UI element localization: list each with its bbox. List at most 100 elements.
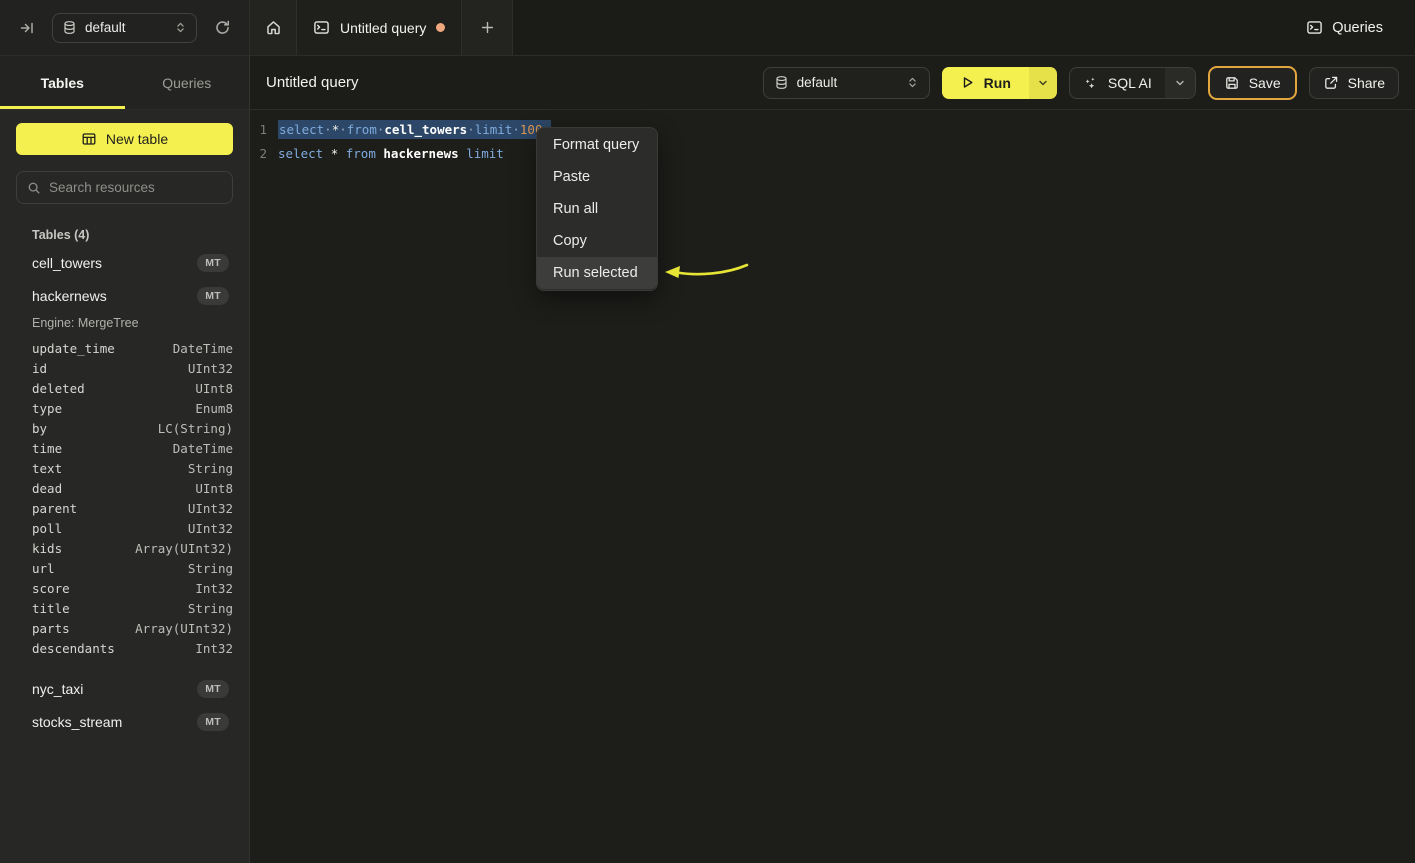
home-icon xyxy=(265,19,282,36)
run-options-button[interactable] xyxy=(1029,67,1057,99)
collapse-sidebar-icon xyxy=(19,20,35,36)
code-token: limit xyxy=(475,122,513,137)
search-input[interactable] xyxy=(49,180,226,195)
sidebar-tab-queries[interactable]: Queries xyxy=(125,56,250,109)
code-text: select * from hackernews limit xyxy=(278,146,511,161)
table-name: cell_towers xyxy=(32,255,197,271)
engine-badge: MT xyxy=(197,287,229,305)
sql-ai-options-button[interactable] xyxy=(1165,68,1195,98)
column-type: Int32 xyxy=(195,641,233,656)
refresh-icon xyxy=(214,19,231,36)
refresh-button[interactable] xyxy=(209,15,235,41)
code-token xyxy=(338,146,346,161)
engine-badge: MT xyxy=(197,254,229,272)
query-database-selector[interactable]: default xyxy=(763,67,930,99)
column-type: UInt8 xyxy=(195,481,233,496)
table-row[interactable]: cell_towersMT xyxy=(16,246,233,279)
chevron-down-icon xyxy=(1037,77,1049,89)
query-terminal-icon xyxy=(313,19,330,36)
database-selector[interactable]: default xyxy=(52,13,197,43)
column-row: descendants Int32 xyxy=(16,638,233,658)
column-row: textString xyxy=(16,458,233,478)
query-title: Untitled query xyxy=(266,74,359,91)
sql-ai-button-label: SQL AI xyxy=(1108,75,1152,91)
engine-badge: MT xyxy=(197,680,229,698)
column-row: pollUInt32 xyxy=(16,518,233,538)
database-icon xyxy=(62,20,77,35)
table-icon xyxy=(81,131,97,147)
top-bar-left: default xyxy=(0,0,250,55)
column-name: dead xyxy=(32,481,62,496)
queries-terminal-icon xyxy=(1306,19,1323,36)
code-token: from xyxy=(347,122,377,137)
engine-badge: MT xyxy=(197,713,229,731)
run-split-button: Run xyxy=(942,67,1057,99)
column-type: Int32 xyxy=(195,581,233,596)
column-type: LC(String) xyxy=(158,421,233,436)
column-type: Enum8 xyxy=(195,401,233,416)
sidebar: New table Tables (4) cell_towersMThacker… xyxy=(0,110,250,863)
sql-editor[interactable]: 1select·*·from·cell_towers·limit·100·2se… xyxy=(250,110,1415,863)
sql-ai-button[interactable]: SQL AI xyxy=(1070,68,1165,98)
column-row: titleString xyxy=(16,598,233,618)
column-name: poll xyxy=(32,521,62,536)
line-number: 2 xyxy=(250,146,278,161)
run-button-label: Run xyxy=(984,75,1011,91)
column-name: url xyxy=(32,561,55,576)
tab-label: Untitled query xyxy=(340,20,426,36)
column-name: update_time xyxy=(32,341,115,356)
home-button[interactable] xyxy=(250,0,297,55)
column-row: idUInt32 xyxy=(16,358,233,378)
column-row: kidsArray(UInt32) xyxy=(16,538,233,558)
context-menu-item-paste[interactable]: Paste xyxy=(537,161,657,193)
sql-ai-split-button: SQL AI xyxy=(1069,67,1196,99)
context-menu-item-run-all[interactable]: Run all xyxy=(537,193,657,225)
column-name: descendants xyxy=(32,641,115,656)
sidebar-tab-tables[interactable]: Tables xyxy=(0,56,125,109)
new-tab-button[interactable] xyxy=(462,0,512,55)
queries-button-label: Queries xyxy=(1332,20,1383,36)
table-row[interactable]: hackernewsMT xyxy=(16,279,233,312)
context-menu-item-copy[interactable]: Copy xyxy=(537,225,657,257)
code-token: · xyxy=(467,122,475,137)
column-type: DateTime xyxy=(173,441,233,456)
tab-untitled-query[interactable]: Untitled query xyxy=(297,0,462,55)
code-token: hackernews xyxy=(383,146,458,161)
table-name: stocks_stream xyxy=(32,714,197,730)
column-row: update_timeDateTime xyxy=(16,338,233,358)
share-button[interactable]: Share xyxy=(1309,67,1399,99)
column-name: kids xyxy=(32,541,62,556)
column-name: deleted xyxy=(32,381,85,396)
code-token: select xyxy=(278,146,323,161)
context-menu-item-run-selected[interactable]: Run selected xyxy=(537,257,657,289)
table-row[interactable]: stocks_streamMT xyxy=(16,705,233,738)
run-button[interactable]: Run xyxy=(942,67,1029,99)
main-body: New table Tables (4) cell_towersMThacker… xyxy=(0,110,1415,863)
table-name: nyc_taxi xyxy=(32,681,197,697)
top-bar-spacer xyxy=(513,0,1290,55)
code-line: 1select·*·from·cell_towers·limit·100· xyxy=(250,117,1415,141)
code-token: · xyxy=(512,122,520,137)
column-row: by LC(String) xyxy=(16,418,233,438)
table-name: hackernews xyxy=(32,288,197,304)
collapse-sidebar-button[interactable] xyxy=(14,15,40,41)
table-row[interactable]: nyc_taxiMT xyxy=(16,672,233,705)
tables-section-title: Tables (4) xyxy=(32,228,233,242)
column-name: score xyxy=(32,581,70,596)
unsaved-changes-dot xyxy=(436,23,445,32)
column-type: String xyxy=(188,561,233,576)
query-database-value: default xyxy=(797,75,898,90)
context-menu-item-format-query[interactable]: Format query xyxy=(537,129,657,161)
top-bar: default Untitled query Queries xyxy=(0,0,1415,56)
save-button-label: Save xyxy=(1249,75,1281,91)
chevron-up-down-icon xyxy=(906,76,919,89)
queries-button[interactable]: Queries xyxy=(1290,0,1399,55)
database-icon xyxy=(774,75,789,90)
code-token: select xyxy=(279,122,324,137)
column-name: by xyxy=(32,421,47,436)
column-row: dead UInt8 xyxy=(16,478,233,498)
save-button[interactable]: Save xyxy=(1208,66,1297,100)
new-table-button[interactable]: New table xyxy=(16,123,233,155)
column-type: UInt32 xyxy=(188,361,233,376)
query-header: Untitled query default Run SQL AI xyxy=(250,56,1415,109)
